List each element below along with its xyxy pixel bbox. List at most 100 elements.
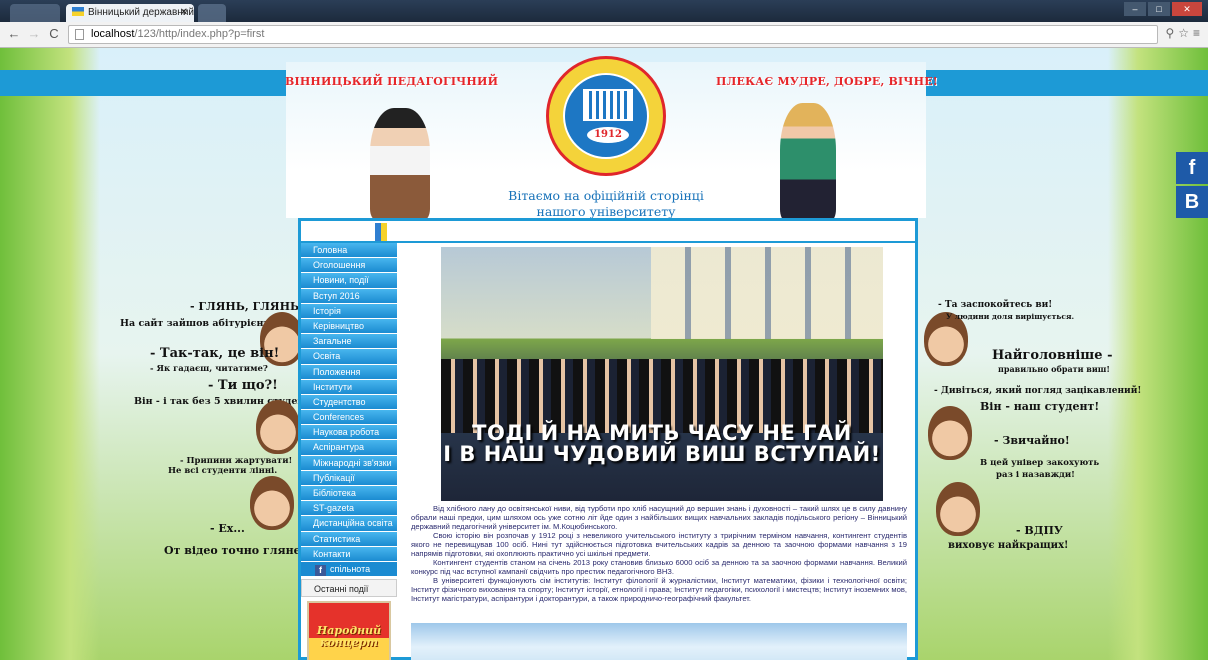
recent-events-header[interactable]: Останні події bbox=[301, 579, 397, 598]
menu-item-news[interactable]: Новини, події bbox=[301, 273, 397, 289]
student-with-books-image bbox=[370, 108, 430, 220]
left-quote-7: - Припини жартувати! bbox=[180, 456, 293, 466]
menu-item-institutes[interactable]: Інститути bbox=[301, 379, 397, 395]
right-quote-6: Він - наш студент! bbox=[980, 400, 1100, 413]
face-girl-3-image bbox=[928, 406, 972, 460]
emblem-building-icon bbox=[583, 89, 633, 121]
flag-favicon-icon bbox=[72, 7, 84, 16]
window-controls: – □ ✕ bbox=[1124, 2, 1202, 18]
menu-item-general[interactable]: Загальне bbox=[301, 334, 397, 350]
menu-item-announcements[interactable]: Оголошення bbox=[301, 258, 397, 274]
welcome-line-1: Вітаємо на офіційній сторінці bbox=[508, 188, 704, 203]
tab-strip: Вінницький державний ✕ – □ ✕ bbox=[0, 0, 1208, 22]
right-quote-10: - ВДПУ bbox=[1016, 524, 1063, 537]
right-quote-3: Найголовніше - bbox=[992, 348, 1113, 363]
article-paragraph-1: Від хлібного лану до освітянської ниви, … bbox=[411, 504, 907, 531]
left-quote-2: На сайт зайшов абітурієнт? bbox=[120, 318, 275, 329]
forward-icon[interactable]: → bbox=[26, 26, 42, 42]
menu-item-statistics[interactable]: Статистика bbox=[301, 531, 397, 547]
menu-item-regulations[interactable]: Положення bbox=[301, 364, 397, 380]
right-dialogue: - Та заспокойтесь ви! У людини доля вирі… bbox=[920, 288, 1141, 628]
menu-item-st-gazeta[interactable]: ST-gazeta bbox=[301, 501, 397, 517]
menu-item-publications[interactable]: Публікації bbox=[301, 470, 397, 486]
right-quote-7: - Звичайно! bbox=[994, 434, 1070, 447]
menu-item-home[interactable]: Головна bbox=[301, 243, 397, 259]
face-boy-image bbox=[256, 400, 300, 454]
back-icon[interactable]: ← bbox=[6, 26, 22, 42]
menu-item-education[interactable]: Освіта bbox=[301, 349, 397, 365]
welcome-text: Вітаємо на офіційній сторінці нашого уні… bbox=[508, 188, 704, 220]
main-content: Головна Оголошення Новини, події Вступ 2… bbox=[298, 218, 918, 660]
right-quote-11: виховує найкращих! bbox=[948, 540, 1069, 551]
left-dialogue: - ГЛЯНЬ, ГЛЯНЬ! На сайт зайшов абітурієн… bbox=[80, 288, 320, 628]
emblem-inner: 1912 bbox=[563, 73, 649, 159]
facebook-label: спільнота bbox=[330, 563, 371, 574]
menu-item-library[interactable]: Бібліотека bbox=[301, 486, 397, 502]
right-quote-4: правильно обрати виш! bbox=[998, 364, 1110, 374]
reload-icon[interactable]: C bbox=[46, 26, 62, 42]
toolbar-icons[interactable]: ⚲☆≡ bbox=[1165, 26, 1204, 40]
right-quote-1: - Та заспокойтесь ви! bbox=[938, 300, 1053, 310]
right-quote-5: - Дивіться, який погляд зацікавлений! bbox=[934, 386, 1142, 396]
tab-close-icon[interactable]: ✕ bbox=[180, 4, 188, 22]
left-quote-5: - Ти що?! bbox=[208, 378, 278, 393]
hero-image: ТОДІ Й НА МИТЬ ЧАСУ НЕ ГАЙ І В НАШ ЧУДОВ… bbox=[441, 247, 883, 501]
left-quote-1: - ГЛЯНЬ, ГЛЯНЬ! bbox=[190, 300, 304, 313]
social-buttons: f B bbox=[1176, 152, 1208, 220]
left-quote-3: - Так-так, це він! bbox=[150, 346, 280, 361]
new-tab-button[interactable] bbox=[198, 4, 226, 22]
flag-icon bbox=[375, 223, 387, 241]
facebook-icon: f bbox=[315, 564, 326, 576]
website: ВІННИЦЬКИЙ ПЕДАГОГІЧНИЙ ПЛЕКАЄ МУДРЕ, ДО… bbox=[0, 48, 1208, 660]
left-quote-9: - Ех... bbox=[210, 522, 245, 535]
menu-item-history[interactable]: Історія bbox=[301, 303, 397, 319]
vk-share-button[interactable]: B bbox=[1176, 186, 1208, 218]
slogan-right: ПЛЕКАЄ МУДРЕ, ДОБРЕ, ВІЧНЕ! bbox=[716, 75, 938, 88]
menu-item-postgraduate[interactable]: Аспірантура bbox=[301, 440, 397, 456]
menu-item-contacts[interactable]: Контакти bbox=[301, 546, 397, 562]
tab-title: Вінницький державний bbox=[88, 7, 195, 18]
face-girl-2-image bbox=[250, 476, 294, 530]
tab-other[interactable] bbox=[10, 4, 60, 22]
hero-caption-line-1: ТОДІ Й НА МИТЬ ЧАСУ НЕ ГАЙ bbox=[472, 421, 852, 445]
browser-chrome: Вінницький державний ✕ – □ ✕ ← → C local… bbox=[0, 0, 1208, 48]
article-paragraph-3: Контингент студентів станом на січень 20… bbox=[411, 558, 907, 576]
toolbar: ← → C localhost/123/http/index.php?p=fir… bbox=[0, 22, 1208, 48]
university-emblem: 1912 bbox=[546, 56, 666, 176]
left-quote-6: Він - і так без 5 хвилин студент... bbox=[134, 396, 321, 407]
right-quote-8: В цей універ закохують bbox=[980, 458, 1100, 468]
concert-banner[interactable]: Народний концерт bbox=[307, 601, 391, 660]
concert-label: Народний концерт bbox=[316, 624, 382, 649]
main-menu: Головна Оголошення Новини, події Вступ 2… bbox=[301, 243, 397, 598]
right-quote-9: раз і назавжди! bbox=[996, 470, 1075, 480]
menu-item-distance-learning[interactable]: Дистанційна освіта bbox=[301, 516, 397, 532]
url-path: /123/http/index.php?p=first bbox=[134, 28, 265, 40]
address-bar[interactable]: localhost/123/http/index.php?p=first bbox=[68, 25, 1158, 44]
right-quote-2: У людини доля вирішується. bbox=[946, 312, 1075, 321]
menu-item-facebook[interactable]: f спільнота bbox=[301, 561, 397, 578]
menu-item-students[interactable]: Студентство bbox=[301, 394, 397, 411]
tab-active[interactable]: Вінницький державний ✕ bbox=[66, 4, 194, 22]
menu-item-conferences[interactable]: Conferences bbox=[301, 410, 397, 426]
emblem-year: 1912 bbox=[587, 127, 629, 143]
menu-item-international[interactable]: Міжнародні зв'язки bbox=[301, 455, 397, 471]
page-icon bbox=[75, 29, 84, 40]
face-boy-2-image bbox=[936, 482, 980, 536]
close-window-button[interactable]: ✕ bbox=[1172, 2, 1202, 16]
url-host: localhost bbox=[91, 28, 135, 40]
menu-item-research[interactable]: Наукова робота bbox=[301, 425, 397, 441]
menu-item-admission[interactable]: Вступ 2016 bbox=[301, 288, 397, 304]
left-quote-8: Не всі студенти лінні. bbox=[168, 466, 278, 476]
facebook-share-button[interactable]: f bbox=[1176, 152, 1208, 184]
article-text: Від хлібного лану до освітянської ниви, … bbox=[411, 504, 907, 603]
sky-image bbox=[411, 623, 907, 660]
hero-building bbox=[651, 247, 883, 339]
menu-item-leadership[interactable]: Керівництво bbox=[301, 318, 397, 335]
content-topbar bbox=[301, 221, 915, 243]
left-quote-4: - Як гадаєш, читатиме? bbox=[150, 364, 268, 374]
hero-caption: ТОДІ Й НА МИТЬ ЧАСУ НЕ ГАЙ І В НАШ ЧУДОВ… bbox=[441, 423, 883, 465]
minimize-button[interactable]: – bbox=[1124, 2, 1146, 16]
article-paragraph-4: В університеті функціонують сім інститут… bbox=[411, 576, 907, 603]
left-quote-10: От відео точно гляне! bbox=[164, 544, 306, 557]
maximize-button[interactable]: □ bbox=[1148, 2, 1170, 16]
